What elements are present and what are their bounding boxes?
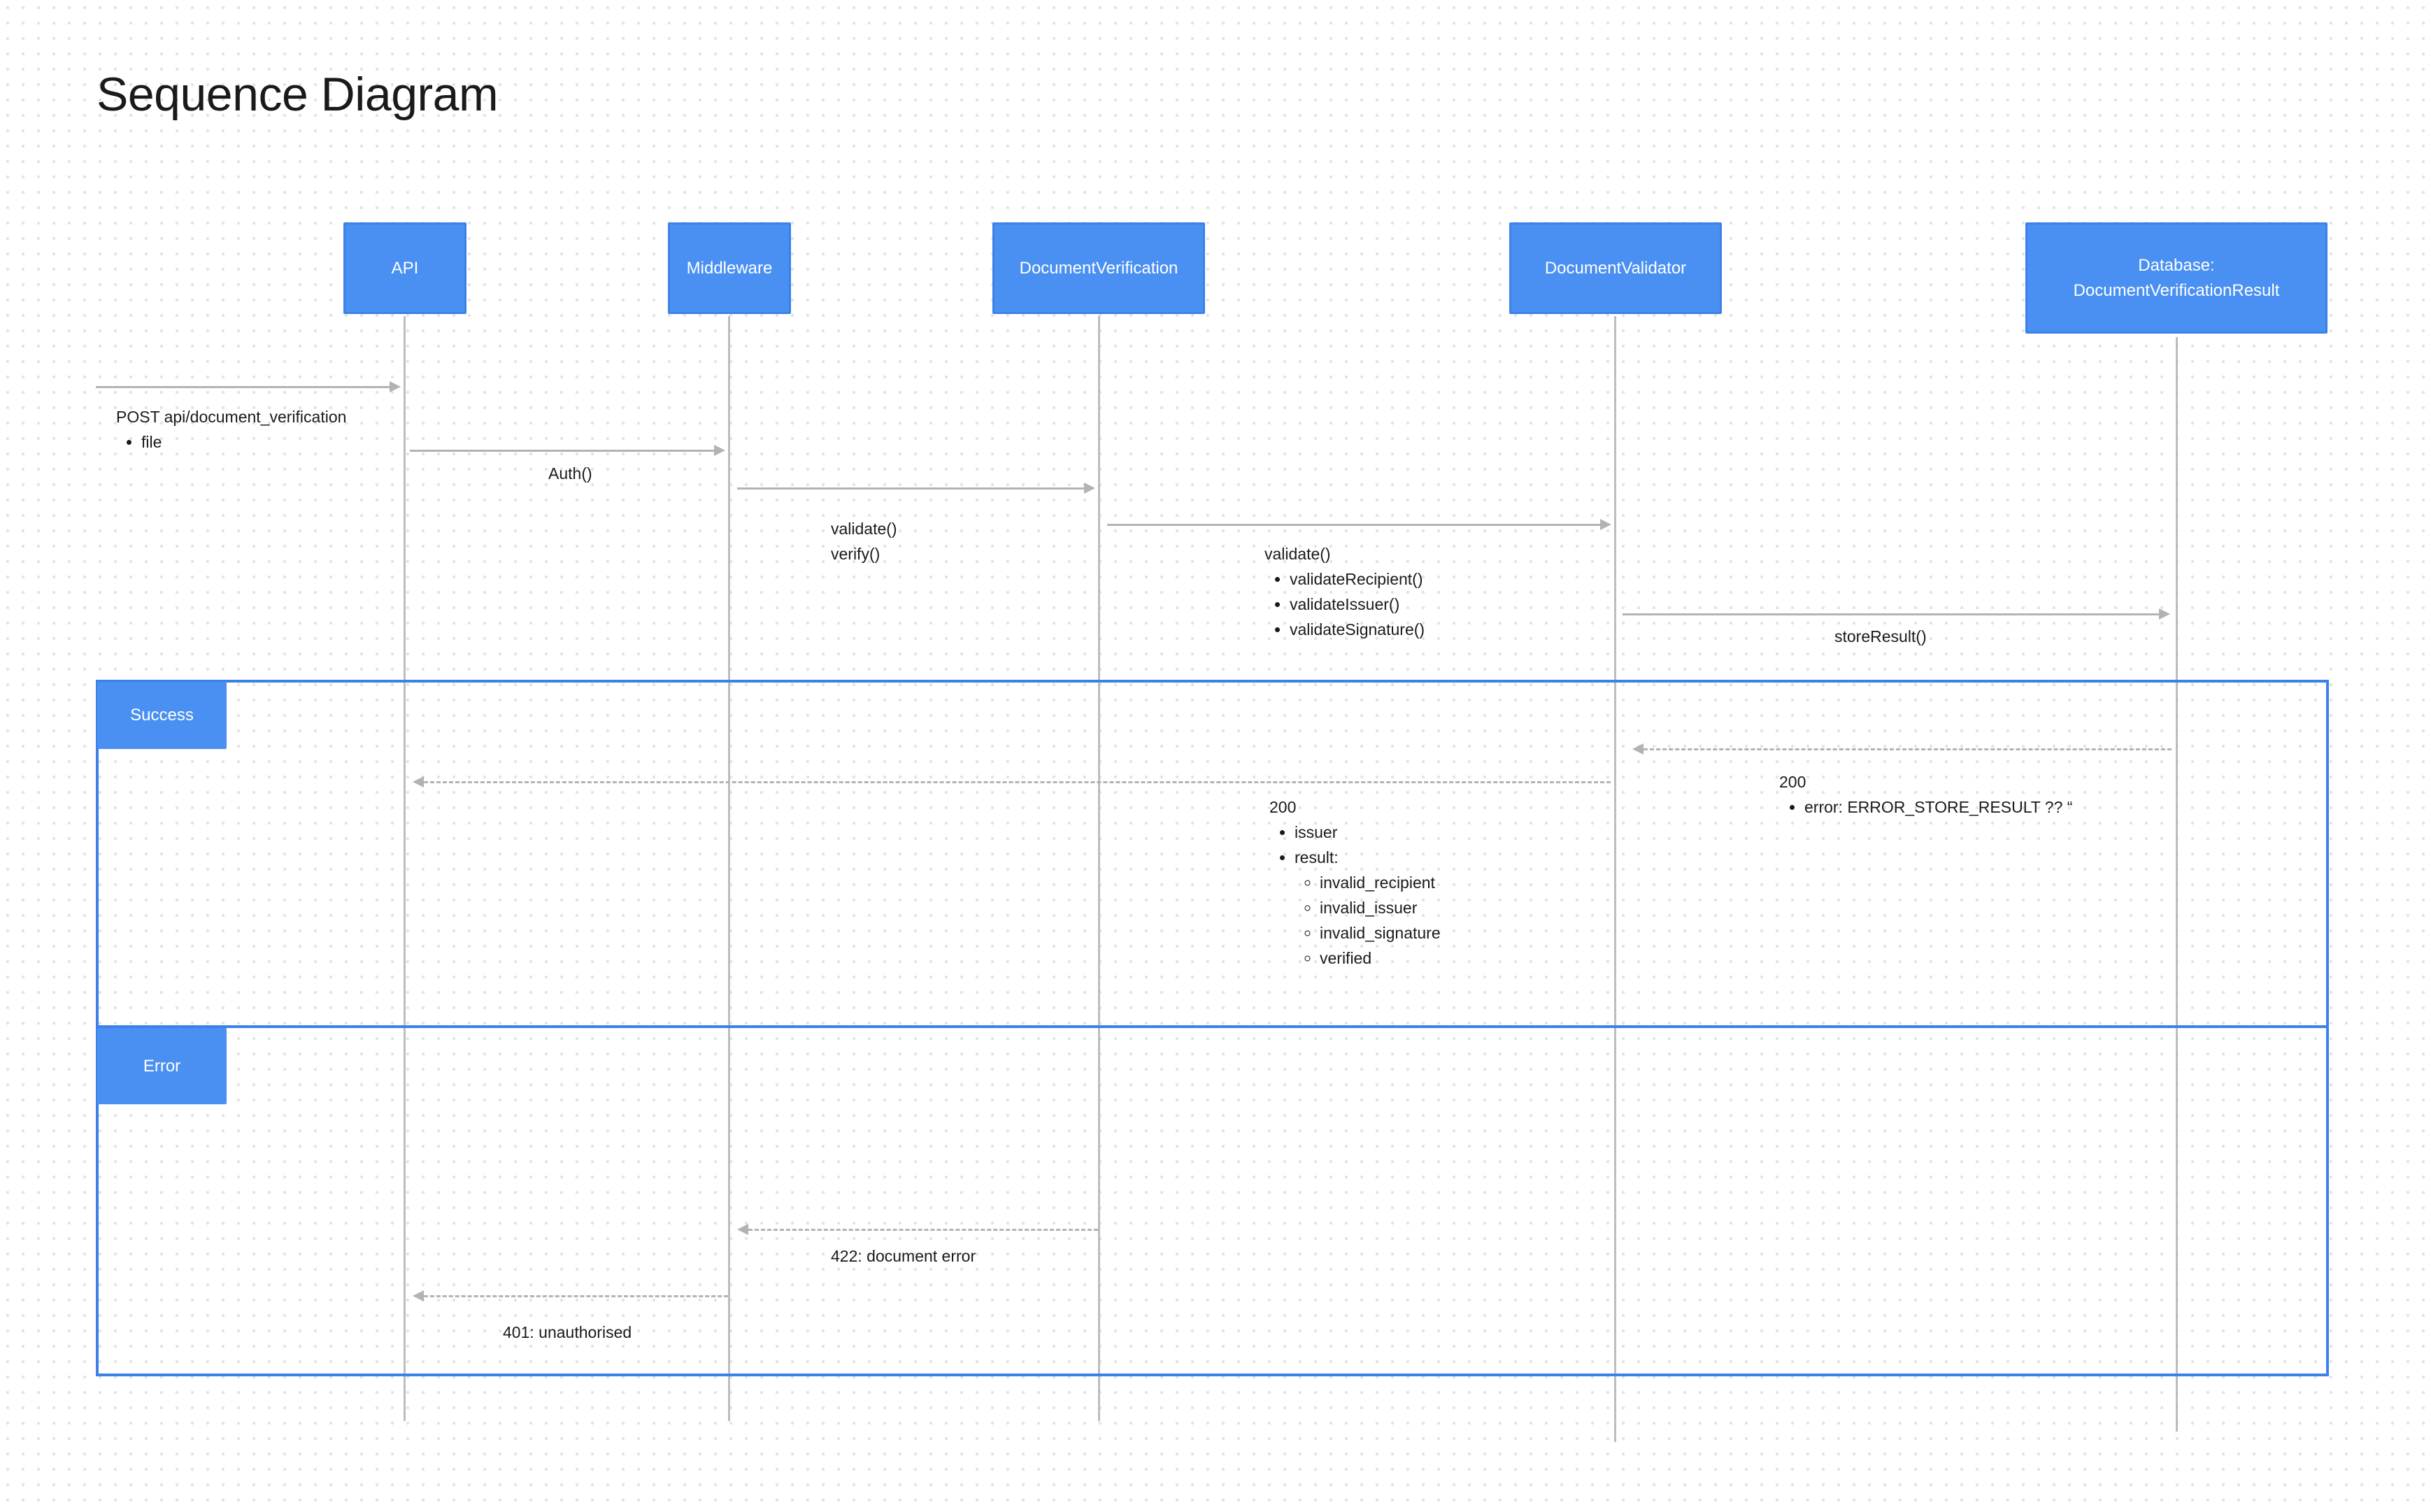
participant-document-validator[interactable]: DocumentValidator: [1509, 222, 1722, 314]
msg-validate-verify-line1: validate(): [831, 520, 897, 538]
participant-document-verification-label: DocumentVerification: [1019, 258, 1178, 278]
msg-db-response: 200 error: ERROR_STORE_RESULT ?? “: [1779, 769, 2072, 820]
msg-auth: Auth(): [548, 464, 592, 483]
msg-doc-error: 422: document error: [831, 1247, 976, 1265]
arrow-unauth: [424, 1295, 728, 1297]
msg-validate-line: validate(): [1264, 545, 1331, 563]
participant-middleware-label: Middleware: [686, 258, 773, 278]
arrow-request: [96, 386, 390, 388]
arrow-validate-verify: [737, 487, 1084, 490]
msg-api-response-result-item: invalid_signature: [1320, 920, 1441, 946]
participant-api[interactable]: API: [343, 222, 466, 314]
msg-request-bullet: file: [141, 429, 346, 455]
participant-middleware[interactable]: Middleware: [668, 222, 791, 314]
arrow-auth: [410, 450, 714, 452]
msg-db-response-bullet: error: ERROR_STORE_RESULT ?? “: [1804, 794, 2072, 820]
msg-api-response: 200 issuer result: invalid_recipient inv…: [1269, 794, 1441, 971]
arrow-api-response: [424, 781, 1611, 783]
arrow-doc-error-head: [737, 1224, 748, 1235]
arrow-db-response: [1644, 748, 2172, 750]
arrow-unauth-head: [413, 1290, 424, 1301]
msg-api-response-result: result:: [1295, 848, 1339, 866]
msg-api-response-result-item: invalid_issuer: [1320, 895, 1441, 920]
arrow-db-response-head: [1632, 743, 1644, 755]
arrow-request-head: [390, 381, 401, 392]
msg-validate-bullet: validateSignature(): [1290, 617, 1425, 642]
msg-unauth: 401: unauthorised: [503, 1323, 632, 1341]
error-frame-label: Error: [97, 1028, 227, 1104]
msg-validate-bullet: validateIssuer(): [1290, 592, 1425, 617]
arrow-validate-verify-head: [1084, 483, 1095, 494]
participant-document-validator-label: DocumentValidator: [1544, 258, 1687, 278]
msg-api-response-line: 200: [1269, 798, 1297, 816]
participant-database-subtitle: DocumentVerificationResult: [2073, 280, 2280, 300]
participant-document-verification[interactable]: DocumentVerification: [992, 222, 1205, 314]
arrow-auth-head: [714, 445, 725, 456]
msg-api-response-issuer: issuer: [1295, 820, 1441, 845]
participant-api-label: API: [391, 258, 419, 278]
page-title: Sequence Diagram: [97, 68, 499, 121]
msg-db-response-line: 200: [1779, 773, 1806, 791]
arrow-store: [1623, 613, 2159, 615]
msg-store: storeResult(): [1834, 627, 1927, 646]
arrow-doc-error: [748, 1229, 1098, 1231]
msg-validate-verify-line2: verify(): [831, 545, 881, 563]
arrow-api-response-head: [413, 776, 424, 787]
arrow-validate-head: [1600, 519, 1611, 530]
participant-database[interactable]: Database: DocumentVerificationResult: [2025, 222, 2327, 334]
arrow-store-head: [2159, 608, 2170, 620]
success-frame-label: Success: [97, 682, 227, 749]
error-frame: [96, 1025, 2329, 1376]
msg-api-response-result-item: invalid_recipient: [1320, 870, 1441, 895]
msg-validate: validate() validateRecipient() validateI…: [1264, 541, 1425, 642]
success-frame: [96, 680, 2329, 1028]
msg-validate-verify: validate() verify(): [831, 516, 897, 566]
msg-request-line: POST api/document_verification: [116, 408, 347, 426]
msg-request: POST api/document_verification file: [116, 404, 346, 455]
arrow-validate: [1107, 524, 1600, 526]
participant-database-label: Database:: [2138, 255, 2215, 275]
msg-api-response-result-item: verified: [1320, 946, 1441, 971]
msg-validate-bullet: validateRecipient(): [1290, 566, 1425, 592]
